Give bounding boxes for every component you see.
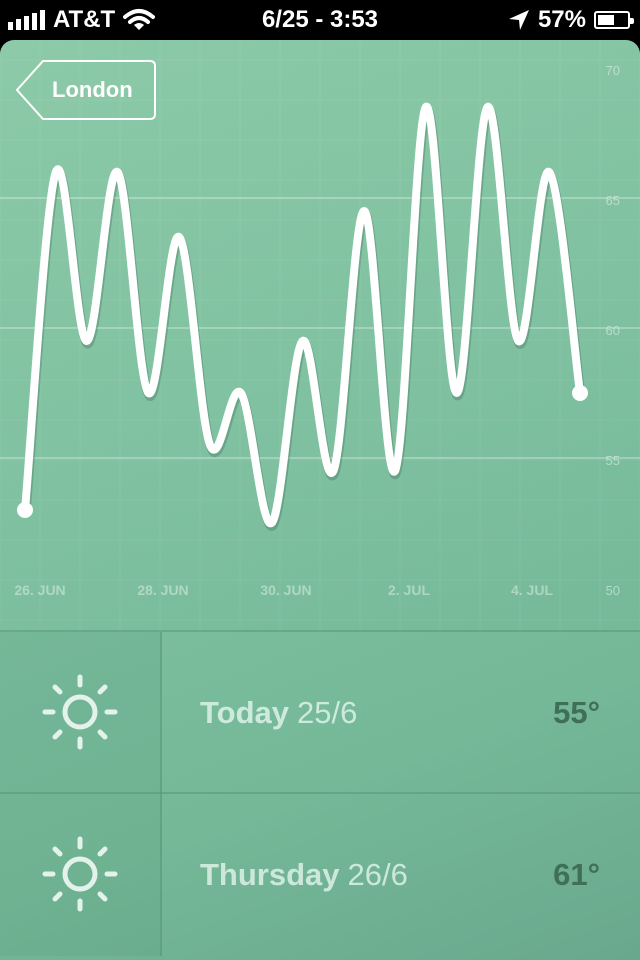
forecast-day-name: Thursday xyxy=(200,857,340,892)
x-tick-label: 28. JUN xyxy=(137,582,188,598)
y-tick-label: 70 xyxy=(606,63,620,78)
data-point xyxy=(84,339,89,343)
data-point xyxy=(208,443,212,447)
data-point xyxy=(547,170,552,174)
data-point xyxy=(331,469,336,473)
status-bar: AT&T 6/25 - 3:53 57% xyxy=(0,0,640,40)
weather-app: 70 65 60 55 50 26. JUN 28. JUN 30. JUN 2. JUL 4. … xyxy=(0,40,640,960)
data-point xyxy=(115,170,120,174)
x-tick-label: 4. JUL xyxy=(511,582,553,598)
y-tick-label: 65 xyxy=(606,193,620,208)
forecast-date: 25/6 xyxy=(297,695,358,730)
y-tick-label: 55 xyxy=(606,453,620,468)
forecast-day-name: Today xyxy=(200,695,289,730)
forecast-row-thursday[interactable]: Thursday 26/6 61° xyxy=(0,792,640,956)
location-arrow-icon xyxy=(508,10,529,30)
data-point xyxy=(300,339,305,343)
forecast-list: Today 25/6 55° Thursday 26/6 61° xyxy=(0,630,640,960)
data-point xyxy=(572,385,588,401)
forecast-icon-cell xyxy=(0,794,162,956)
forecast-temp: 55° xyxy=(553,695,600,730)
data-point xyxy=(393,469,397,473)
data-point xyxy=(177,235,182,239)
data-point xyxy=(423,105,428,109)
y-tick-label: 60 xyxy=(606,323,620,338)
data-point xyxy=(269,521,274,525)
battery-icon xyxy=(594,11,634,29)
data-point xyxy=(516,339,521,343)
data-point xyxy=(454,391,459,395)
series-line xyxy=(21,102,584,528)
forecast-date: 26/6 xyxy=(347,857,408,892)
forecast-row-today[interactable]: Today 25/6 55° xyxy=(0,630,640,794)
forecast-day: Today 25/6 xyxy=(200,632,357,794)
temperature-chart: 70 65 60 55 50 26. JUN 28. JUN 30. JUN 2. JUL 4. … xyxy=(0,40,640,630)
data-point xyxy=(485,105,490,109)
battery-percent: 57% xyxy=(537,6,586,33)
forecast-icon-cell xyxy=(0,632,162,794)
data-point xyxy=(146,391,151,395)
y-tick-label: 50 xyxy=(606,583,620,598)
forecast-day: Thursday 26/6 xyxy=(200,794,408,956)
back-button[interactable]: London xyxy=(16,60,156,120)
data-point xyxy=(53,170,58,174)
x-tick-label: 26. JUN xyxy=(14,582,65,598)
temperature-chart-svg: 70 65 60 55 50 26. JUN 28. JUN 30. JUN 2. JUL 4. … xyxy=(0,40,640,630)
data-point xyxy=(362,209,367,213)
data-point xyxy=(17,502,33,518)
sun-icon xyxy=(42,674,118,750)
sun-icon xyxy=(42,836,118,912)
x-tick-label: 30. JUN xyxy=(260,582,311,598)
data-point xyxy=(238,391,243,395)
forecast-temp: 61° xyxy=(553,857,600,892)
x-tick-label: 2. JUL xyxy=(388,582,430,598)
back-button-label: London xyxy=(52,77,133,102)
